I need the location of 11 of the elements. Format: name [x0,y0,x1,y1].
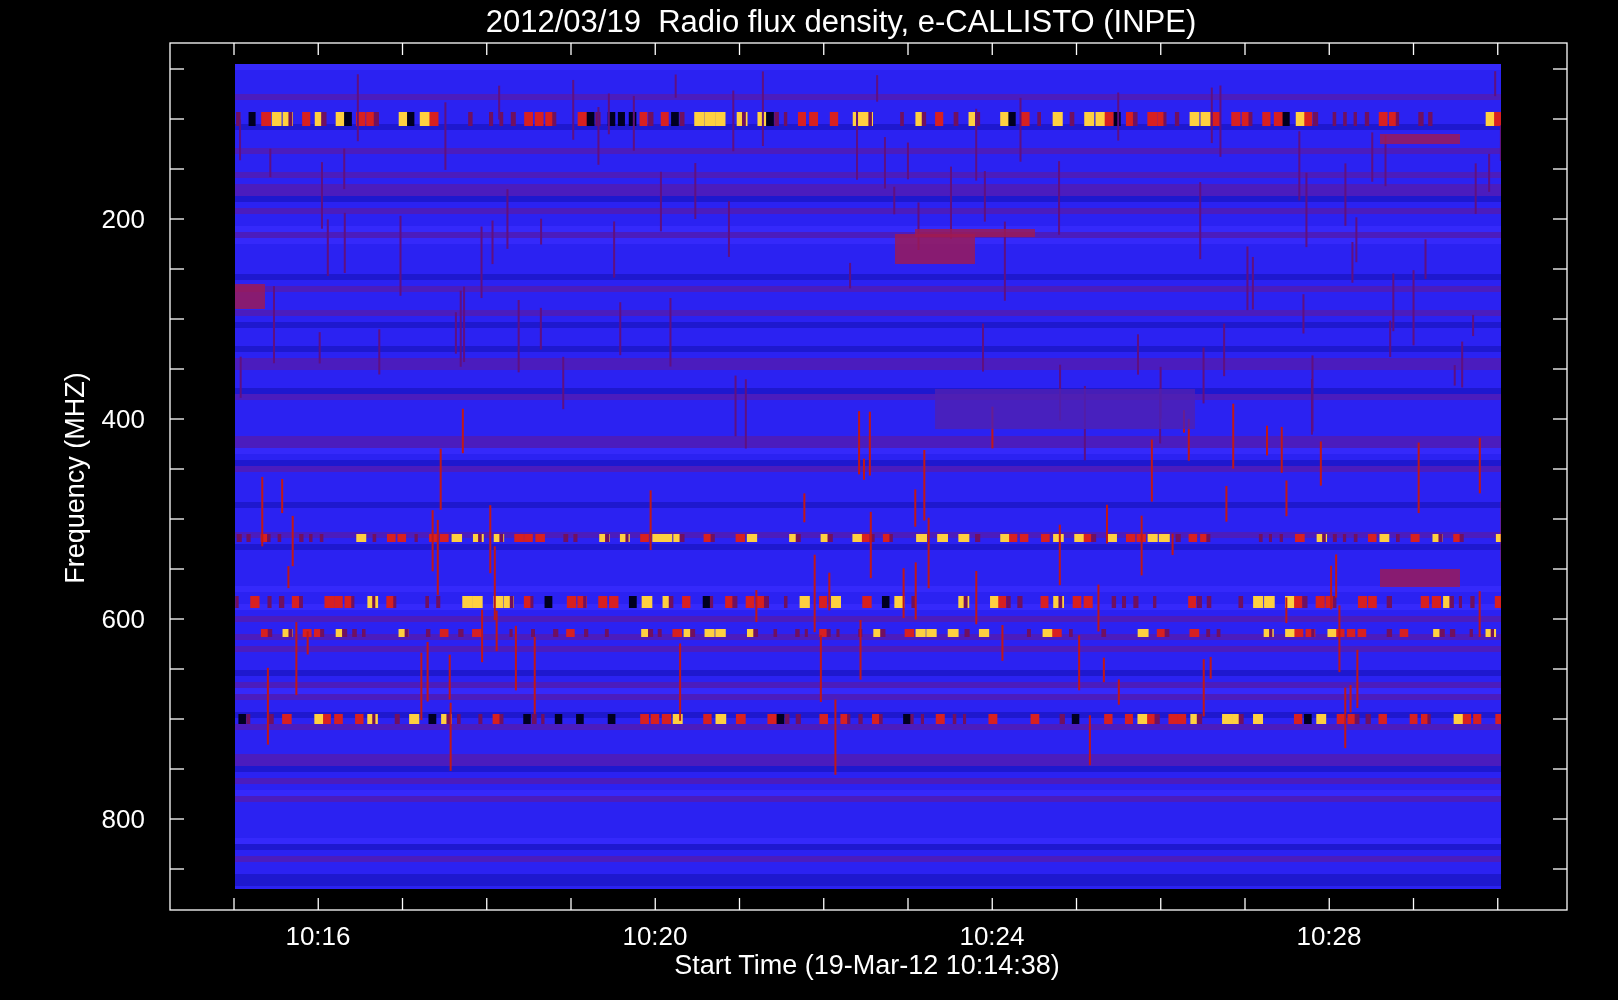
tick-label: 200 [101,204,145,234]
tick-label: 600 [101,604,145,634]
y-axis-label: Frequency (MHZ) [60,372,90,584]
tick-label: 10:24 [959,921,1025,951]
tick-label: 10:16 [285,921,351,951]
tick-label: 400 [101,404,145,434]
x-axis-label: Start Time (19-Mar-12 10:14:38) [674,950,1060,980]
tick-label: 10:28 [1296,921,1362,951]
tick-label: 800 [101,804,145,834]
tick-label: 10:20 [622,921,688,951]
chart-title: 2012/03/19 Radio flux density, e-CALLISTO (INPE) [485,4,1197,39]
